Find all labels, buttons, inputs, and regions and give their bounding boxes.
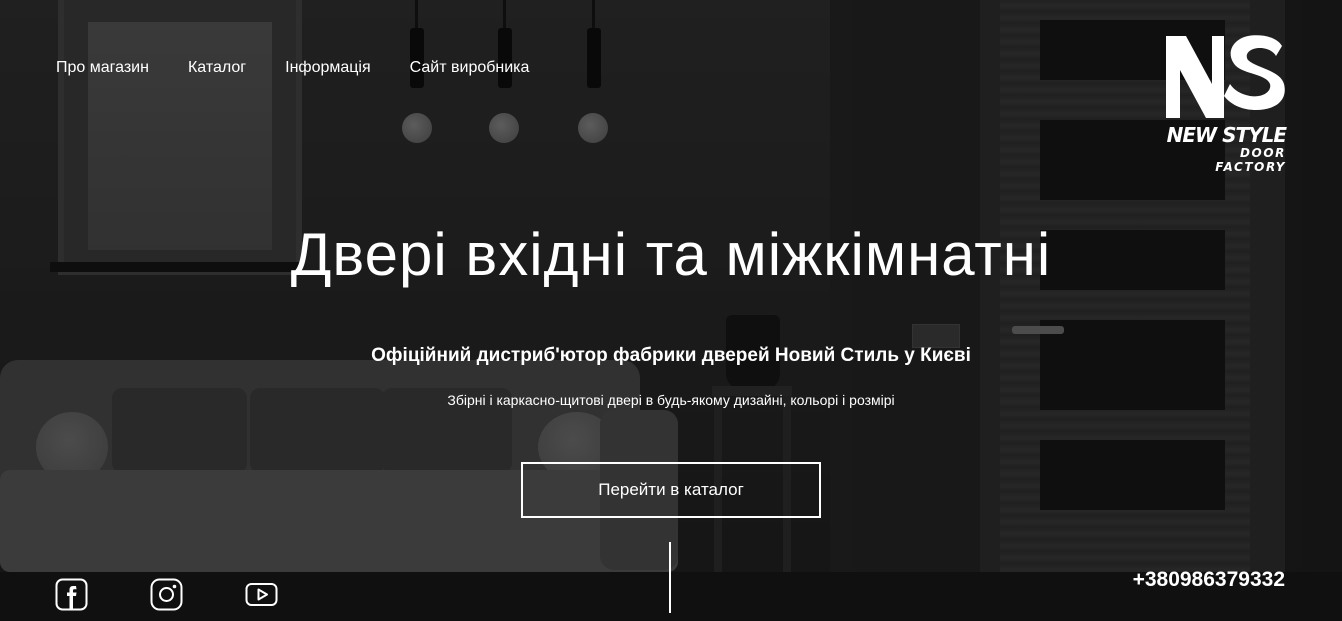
hero-description: Збірні і каркасно-щитові двері в будь-як…	[447, 392, 895, 408]
brand-logo[interactable]: NEW STYLE DOOR FACTORY	[1164, 34, 1287, 174]
go-to-catalog-button[interactable]: Перейти в каталог	[521, 462, 821, 518]
scroll-indicator	[669, 542, 671, 613]
phone-number[interactable]: +380986379332	[1133, 568, 1285, 592]
logo-brand-text: NEW STYLE	[1166, 123, 1287, 147]
facebook-icon[interactable]	[55, 578, 88, 611]
nav-item-about-shop[interactable]: Про магазин	[56, 59, 149, 77]
hero-title: Двері вхідні та міжкімнатні	[290, 221, 1052, 288]
instagram-icon[interactable]	[150, 578, 183, 611]
hero-background	[0, 0, 1342, 621]
hero-subtitle: Офіційний дистриб'ютор фабрики дверей Но…	[371, 345, 971, 366]
main-nav: Про магазин Каталог Інформація Сайт виро…	[56, 59, 529, 77]
youtube-icon[interactable]	[245, 578, 278, 611]
social-links	[55, 578, 278, 611]
nav-item-manufacturer-site[interactable]: Сайт виробника	[410, 59, 530, 77]
nav-item-information[interactable]: Інформація	[285, 59, 371, 77]
ns-logo-mark	[1166, 35, 1285, 118]
logo-sub-text: DOOR FACTORY	[1215, 146, 1286, 174]
nav-item-catalog[interactable]: Каталог	[188, 59, 246, 77]
